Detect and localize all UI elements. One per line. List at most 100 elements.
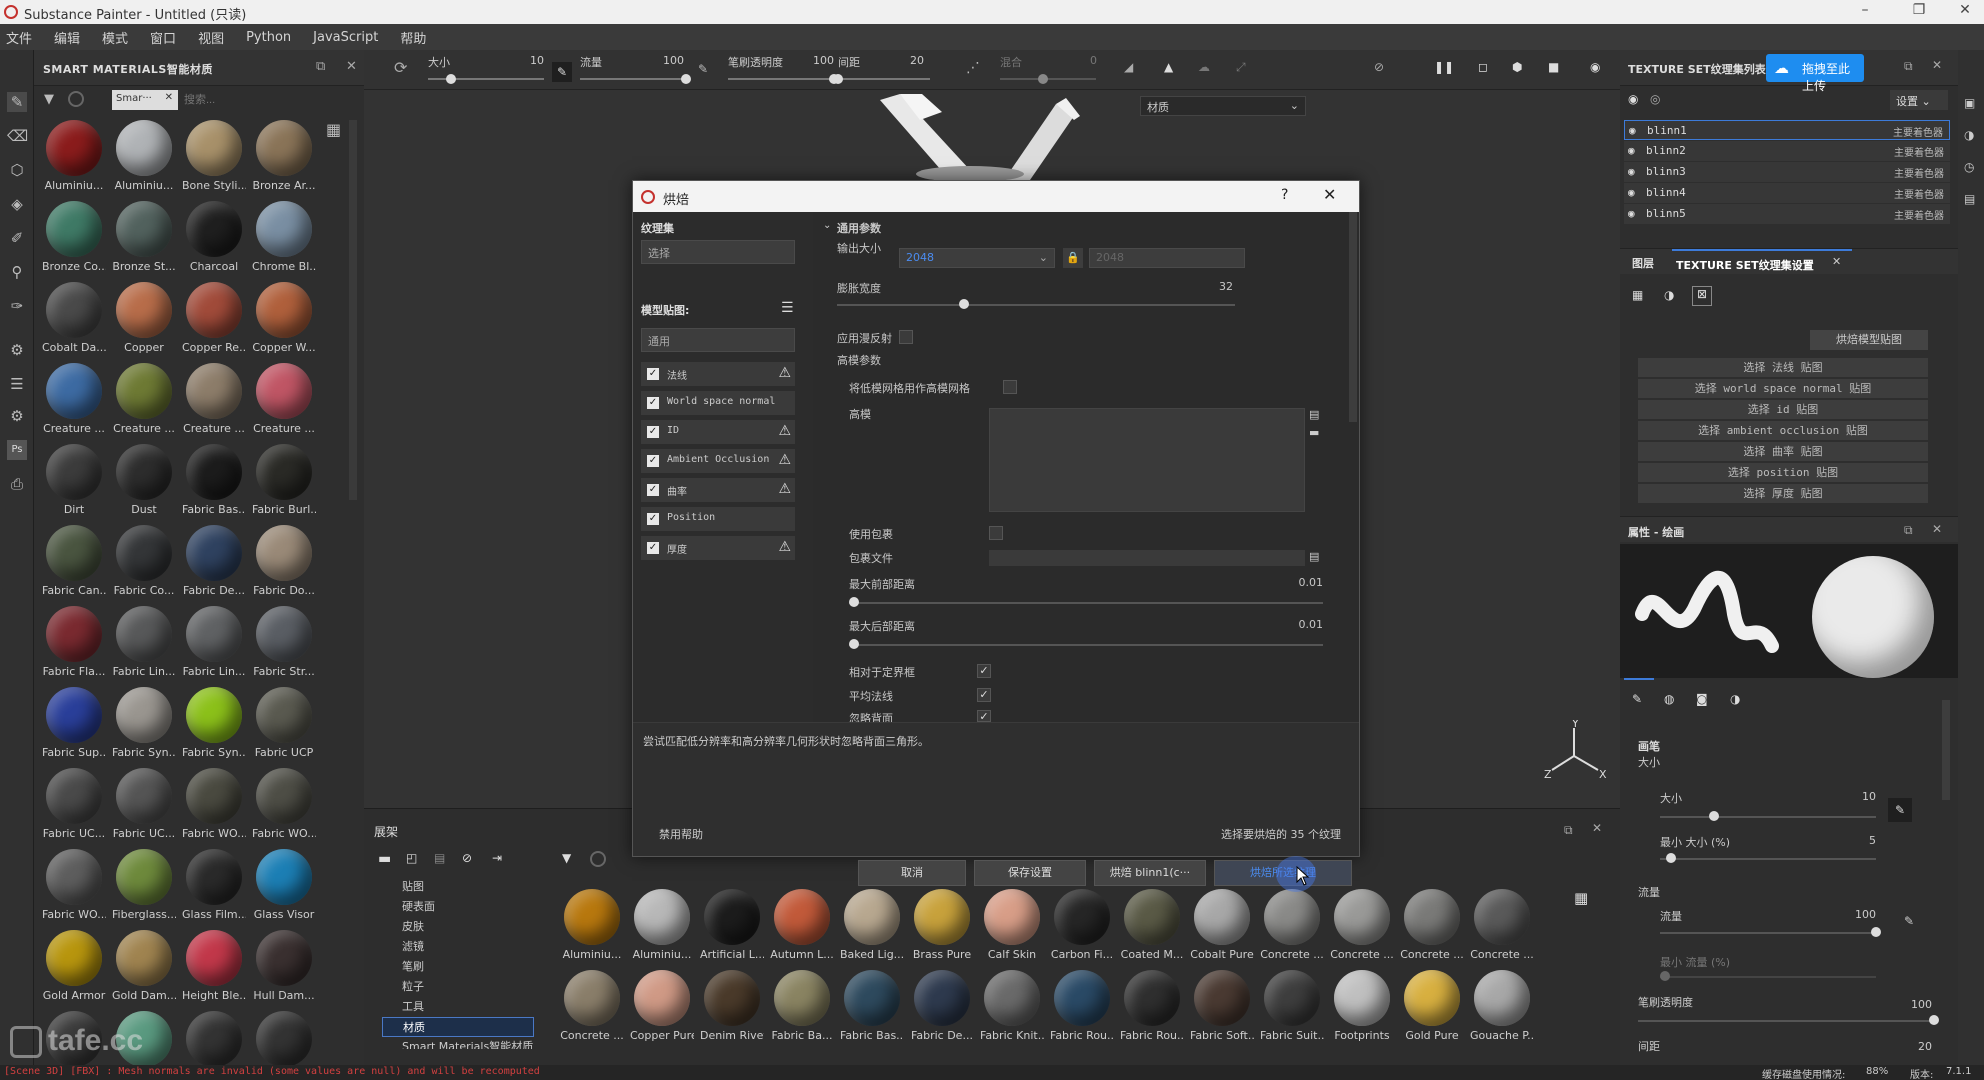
color-picker-icon[interactable]: ✑ bbox=[7, 296, 27, 316]
material-item[interactable]: Fabric Can... bbox=[42, 525, 106, 598]
minsize-slider-handle[interactable] bbox=[1665, 853, 1676, 863]
brush-preset-icon[interactable]: ⟳ bbox=[394, 58, 407, 77]
export-icon[interactable]: ⎙ bbox=[7, 474, 27, 494]
select-map-button[interactable]: 选择 厚度 贴图 bbox=[1638, 484, 1928, 503]
shelf-material-item[interactable]: Calf Skin bbox=[980, 889, 1044, 962]
float-shelf-icon[interactable]: ⧉ bbox=[1564, 823, 1573, 838]
pressure-pen-icon[interactable]: ✎ bbox=[552, 62, 572, 82]
material-item[interactable]: Hull Dam... bbox=[252, 930, 316, 1003]
prop-flow-slider[interactable] bbox=[1660, 932, 1876, 934]
menu-help[interactable]: 帮助 bbox=[400, 28, 426, 47]
shelf-category-item[interactable]: 滤镜 bbox=[382, 937, 534, 957]
shelf-category-item[interactable]: Smart Materials智能材质 bbox=[382, 1037, 534, 1049]
material-item[interactable]: Bronze Ar... bbox=[252, 120, 316, 193]
output-size-select[interactable]: 2048 ⌄ bbox=[899, 248, 1055, 268]
bake-map-item[interactable]: ✓ World space normal bbox=[641, 391, 795, 415]
uv-icon[interactable]: ⊠ bbox=[1692, 286, 1712, 306]
max-front-slider-handle[interactable] bbox=[848, 597, 859, 607]
material-item[interactable]: Copper W... bbox=[252, 282, 316, 355]
eye-icon[interactable]: ◉ bbox=[1628, 92, 1638, 106]
shelf-material-item[interactable]: Fabric Knit... bbox=[980, 970, 1044, 1043]
file-icon[interactable]: ▤ bbox=[1309, 408, 1319, 421]
symmetry-mirror-icon[interactable]: ▲ bbox=[1164, 60, 1173, 74]
bake-map-checkbox[interactable]: ✓ bbox=[647, 455, 659, 467]
settings-dropdown[interactable]: 设置 ⌄ bbox=[1890, 90, 1948, 110]
mix-slider-handle[interactable] bbox=[1038, 74, 1048, 84]
float-properties-icon[interactable]: ⧉ bbox=[1904, 523, 1913, 538]
visibility-eye-icon[interactable]: ◉ bbox=[1629, 124, 1636, 137]
select-map-button[interactable]: 选择 ambient occlusion 贴图 bbox=[1638, 421, 1928, 440]
shelf-material-item[interactable]: Copper Pure bbox=[630, 970, 694, 1043]
shelf-refresh-icon[interactable] bbox=[590, 851, 606, 867]
flow-pen-icon[interactable]: ✎ bbox=[698, 62, 708, 76]
upload-button[interactable]: ☁ 拖拽至此上传 bbox=[1766, 54, 1864, 93]
shelf-material-item[interactable]: Carbon Fi... bbox=[1050, 889, 1114, 962]
prop-size-slider-handle[interactable] bbox=[1709, 811, 1719, 821]
maximize-button[interactable]: ❐ bbox=[1904, 2, 1934, 18]
material-icon[interactable]: ◑ bbox=[1664, 288, 1674, 302]
ignore-backface-checkbox[interactable]: ✓ bbox=[977, 710, 991, 723]
folder-icon[interactable]: ▬ bbox=[378, 851, 391, 867]
angle-icon[interactable]: ◢ bbox=[1124, 60, 1133, 74]
help-button[interactable]: ? bbox=[1281, 187, 1288, 203]
tab-layers[interactable]: 图层 bbox=[1632, 255, 1654, 271]
scrollbar[interactable] bbox=[349, 120, 357, 500]
alpha-tab-icon[interactable]: ◍ bbox=[1664, 692, 1674, 706]
material-item[interactable]: Creature ... bbox=[182, 363, 246, 436]
prop-opacity-slider[interactable] bbox=[1638, 1020, 1934, 1022]
visibility-eye-icon[interactable]: ◉ bbox=[1628, 186, 1635, 199]
bake-map-item[interactable]: ✓ 曲率 ⚠ bbox=[641, 478, 795, 502]
menu-file[interactable]: 文件 bbox=[6, 28, 32, 47]
bake-map-item[interactable]: ✓ Position bbox=[641, 507, 795, 531]
shelf-material-item[interactable]: Concrete ... bbox=[1330, 889, 1394, 962]
material-item[interactable]: Fabric UC... bbox=[42, 768, 106, 841]
shelf-material-item[interactable]: Concrete ... bbox=[1470, 889, 1534, 962]
material-item[interactable]: Dirt bbox=[42, 444, 106, 517]
shelf-material-item[interactable]: Denim Rivet bbox=[700, 970, 764, 1043]
screenshot-icon[interactable]: ◉ bbox=[1590, 60, 1600, 74]
smudge-icon[interactable]: ✐ bbox=[7, 228, 27, 248]
output-size-field-2[interactable]: 2048 bbox=[1089, 248, 1245, 268]
spacing-slider[interactable] bbox=[838, 78, 930, 80]
close-shelf-icon[interactable]: ✕ bbox=[1592, 821, 1602, 835]
channel-select[interactable]: 材质 ⌄ bbox=[1140, 96, 1306, 116]
shelf-material-item[interactable]: Gouache P... bbox=[1470, 970, 1534, 1043]
shelf-material-item[interactable]: Aluminiu... bbox=[560, 889, 624, 962]
shelf-category-item[interactable]: 硬表面 bbox=[382, 897, 534, 917]
bake-map-item[interactable]: ✓ Ambient Occlusion ⚠ bbox=[641, 449, 795, 473]
close-panel-icon[interactable]: ✕ bbox=[346, 59, 357, 74]
mix-slider[interactable] bbox=[1000, 78, 1096, 80]
material-item[interactable]: Creature ... bbox=[252, 363, 316, 436]
settings-gear-icon[interactable]: ⚙ bbox=[7, 340, 27, 360]
geometry-mask-icon[interactable]: ◈ bbox=[7, 194, 27, 214]
bake-map-checkbox[interactable]: ✓ bbox=[647, 368, 659, 380]
select-map-button[interactable]: 选择 position 贴图 bbox=[1638, 463, 1928, 482]
eraser-icon[interactable]: ⌫ bbox=[7, 126, 28, 146]
shelf-material-item[interactable]: Fabric De... bbox=[910, 970, 974, 1043]
use-lowpoly-checkbox[interactable] bbox=[1003, 380, 1017, 394]
prop-flow-slider-handle[interactable] bbox=[1871, 927, 1881, 937]
shelf-material-item[interactable]: Gold Pure bbox=[1400, 970, 1464, 1043]
plugin-icon[interactable]: ⚙ bbox=[7, 406, 27, 426]
shelf-category-item[interactable]: 粒子 bbox=[382, 977, 534, 997]
bake-map-checkbox[interactable]: ✓ bbox=[647, 484, 659, 496]
shelf-material-item[interactable]: Fabric Rou... bbox=[1050, 970, 1114, 1043]
size-pen-icon[interactable]: ✎ bbox=[1888, 798, 1912, 822]
shelf-material-item[interactable]: Footprints bbox=[1330, 970, 1394, 1043]
textureset-row[interactable]: ◉ blinn5 主要着色器 bbox=[1624, 204, 1950, 224]
save-settings-button[interactable]: 保存设置 bbox=[974, 860, 1086, 886]
material-item[interactable]: Aluminiu... bbox=[112, 120, 176, 193]
shelf-material-item[interactable]: Fabric Rou... bbox=[1120, 970, 1184, 1043]
viewport-2d-icon[interactable]: ◻ bbox=[1478, 60, 1488, 74]
visibility-eye-icon[interactable]: ◉ bbox=[1628, 207, 1635, 220]
close-properties-icon[interactable]: ✕ bbox=[1932, 522, 1942, 536]
remove-icon[interactable]: ▬ bbox=[1309, 426, 1319, 439]
relative-bbox-checkbox[interactable]: ✓ bbox=[977, 664, 991, 678]
textureset-row[interactable]: ◉ blinn2 主要着色器 bbox=[1624, 141, 1950, 161]
cage-file-icon[interactable]: ▤ bbox=[1309, 550, 1319, 563]
textureset-row[interactable]: ◉ blinn4 主要着色器 bbox=[1624, 183, 1950, 203]
cage-file-field[interactable] bbox=[989, 550, 1305, 566]
material-item[interactable]: Copper Re... bbox=[182, 282, 246, 355]
shelf-filter-icon[interactable]: ▼ bbox=[562, 851, 571, 865]
close-tab-icon[interactable]: ✕ bbox=[1832, 255, 1841, 268]
